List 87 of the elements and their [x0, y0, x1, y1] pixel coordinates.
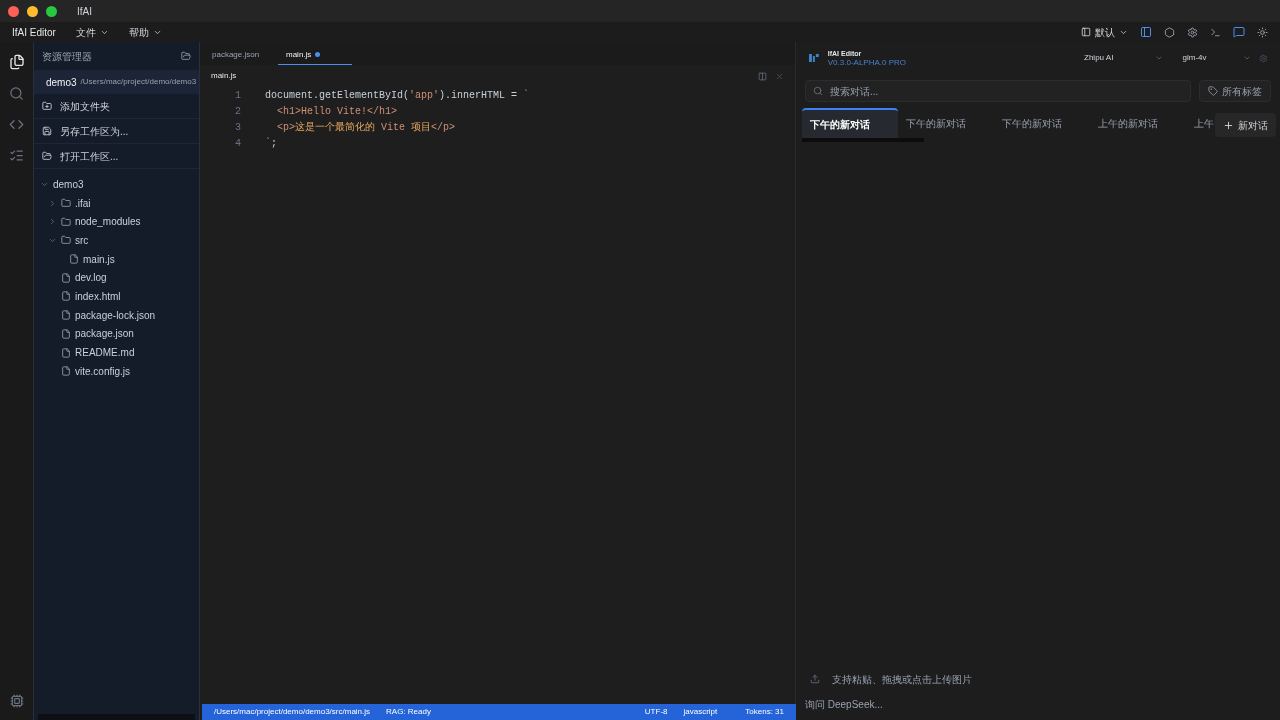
code-line: <h1>Hello Vite!</h1> [276, 104, 398, 119]
checklist-icon[interactable] [9, 148, 24, 163]
line-number: 2 [234, 104, 242, 119]
file-icon [61, 310, 71, 321]
language: javascript [683, 706, 718, 718]
chevron-icon[interactable] [48, 198, 57, 208]
new-chat-button[interactable]: 新对话 [1215, 113, 1276, 137]
tags-button[interactable]: 所有标签 [1199, 80, 1271, 102]
sidebar-title: 资源管理器 [42, 49, 92, 64]
chat-tab[interactable]: 下午的新对话 [802, 108, 898, 138]
file-icon [69, 254, 79, 265]
open-folder-icon[interactable] [181, 51, 191, 61]
editor-tab[interactable]: main.js [278, 45, 352, 65]
tree-item[interactable]: vite.config.js [75, 363, 131, 379]
workspace-name: demo3 [46, 75, 77, 90]
tree-item[interactable]: demo3 [53, 176, 84, 192]
sidebar-action[interactable]: 另存工作区为... [34, 119, 199, 144]
code-line: `; [264, 136, 278, 151]
search-icon [813, 86, 823, 96]
menu-item[interactable]: 帮助 [128, 24, 162, 40]
tree-item[interactable]: README.md [75, 345, 135, 361]
save-icon [42, 126, 52, 136]
search-field[interactable]: 搜索对话... [805, 80, 1191, 102]
code-line: document.getElementById('app').innerHTML = ` [264, 88, 530, 103]
tree-item[interactable]: .ifai [75, 195, 91, 211]
plus-icon [1223, 119, 1234, 131]
tree-item[interactable]: main.js [83, 251, 115, 267]
chip-icon[interactable] [9, 694, 24, 708]
upload-icon[interactable] [810, 674, 820, 684]
tree-item[interactable]: dev.log [75, 270, 107, 286]
theme-icon[interactable] [1257, 26, 1268, 38]
settings-icon[interactable] [1187, 26, 1198, 38]
file-icon [61, 328, 71, 339]
window-title: IfAI [77, 4, 92, 19]
sidebar-toggle-icon[interactable] [1140, 26, 1152, 38]
chat-tab[interactable]: 下午的新对话 [898, 108, 994, 138]
tree-item[interactable]: index.html [75, 288, 121, 304]
files-icon[interactable] [8, 54, 25, 70]
workspace-header[interactable]: demo3 /Users/mac/project/demo/demo3 [34, 70, 199, 94]
folder-icon [61, 216, 71, 227]
add-folder-icon [42, 101, 52, 111]
tree-item[interactable]: package-lock.json [75, 307, 156, 323]
caret-icon [1154, 54, 1163, 62]
version-label: V0.3.0-ALPHA.0 PRO [827, 58, 907, 67]
line-number: 4 [234, 136, 242, 151]
search-icon[interactable] [9, 86, 24, 101]
terminal-icon[interactable] [1210, 26, 1221, 38]
file-title: main.js [211, 70, 237, 82]
chat-icon[interactable] [1233, 26, 1245, 38]
code-line: <p>这是一个最简化的 Vite 项目</p> [276, 120, 456, 135]
code-icon[interactable] [9, 117, 24, 132]
file-icon [61, 366, 71, 377]
logo-icon [808, 53, 820, 63]
file-path: /Users/mac/project/demo/demo3/src/main.js [214, 706, 371, 718]
encoding: UTF-8 [644, 706, 668, 718]
file-icon [61, 347, 71, 358]
model-select[interactable]: glm-4v [1182, 52, 1252, 64]
chevron-icon[interactable] [48, 217, 57, 227]
rag-status: RAG: Ready [386, 706, 431, 718]
sidebar-action[interactable]: 打开工作区... [34, 144, 199, 169]
layout-select[interactable]: 默认 [1081, 24, 1128, 40]
tree-item[interactable]: node_modules [75, 214, 141, 230]
tag-icon [1208, 86, 1218, 96]
editor-tab[interactable]: package.json [204, 45, 278, 65]
workspace-path: /Users/mac/project/demo/demo3 [80, 76, 197, 88]
line-number: 3 [234, 120, 242, 135]
provider-select[interactable]: Zhipu AI [1084, 52, 1163, 64]
file-icon [61, 291, 71, 302]
folder-icon [61, 198, 71, 209]
folder-icon [61, 235, 71, 246]
line-number: 1 [234, 88, 242, 103]
panel-icon [1081, 27, 1091, 37]
sidebar-action[interactable]: 添加文件夹 [34, 94, 199, 119]
tree-item[interactable]: src [75, 232, 89, 248]
open-icon [42, 151, 52, 161]
token-count: Tokens: 31 [744, 706, 784, 718]
upload-hint: 支持粘贴、拖拽或点击上传图片 [832, 672, 972, 687]
tree-item[interactable]: package.json [75, 326, 134, 342]
chat-tab[interactable]: 下午的新对话 [994, 108, 1090, 138]
hexagon-icon[interactable] [1164, 26, 1175, 38]
app-name: IfAI Editor [12, 25, 56, 40]
file-icon [61, 272, 71, 283]
split-icon[interactable] [758, 71, 767, 81]
caret-icon [1243, 54, 1252, 62]
message-input[interactable]: 询问 DeepSeek... [796, 690, 1280, 718]
menu-item[interactable]: 文件 [75, 24, 109, 40]
chat-tab[interactable]: 上午的新对话 [1090, 108, 1186, 138]
